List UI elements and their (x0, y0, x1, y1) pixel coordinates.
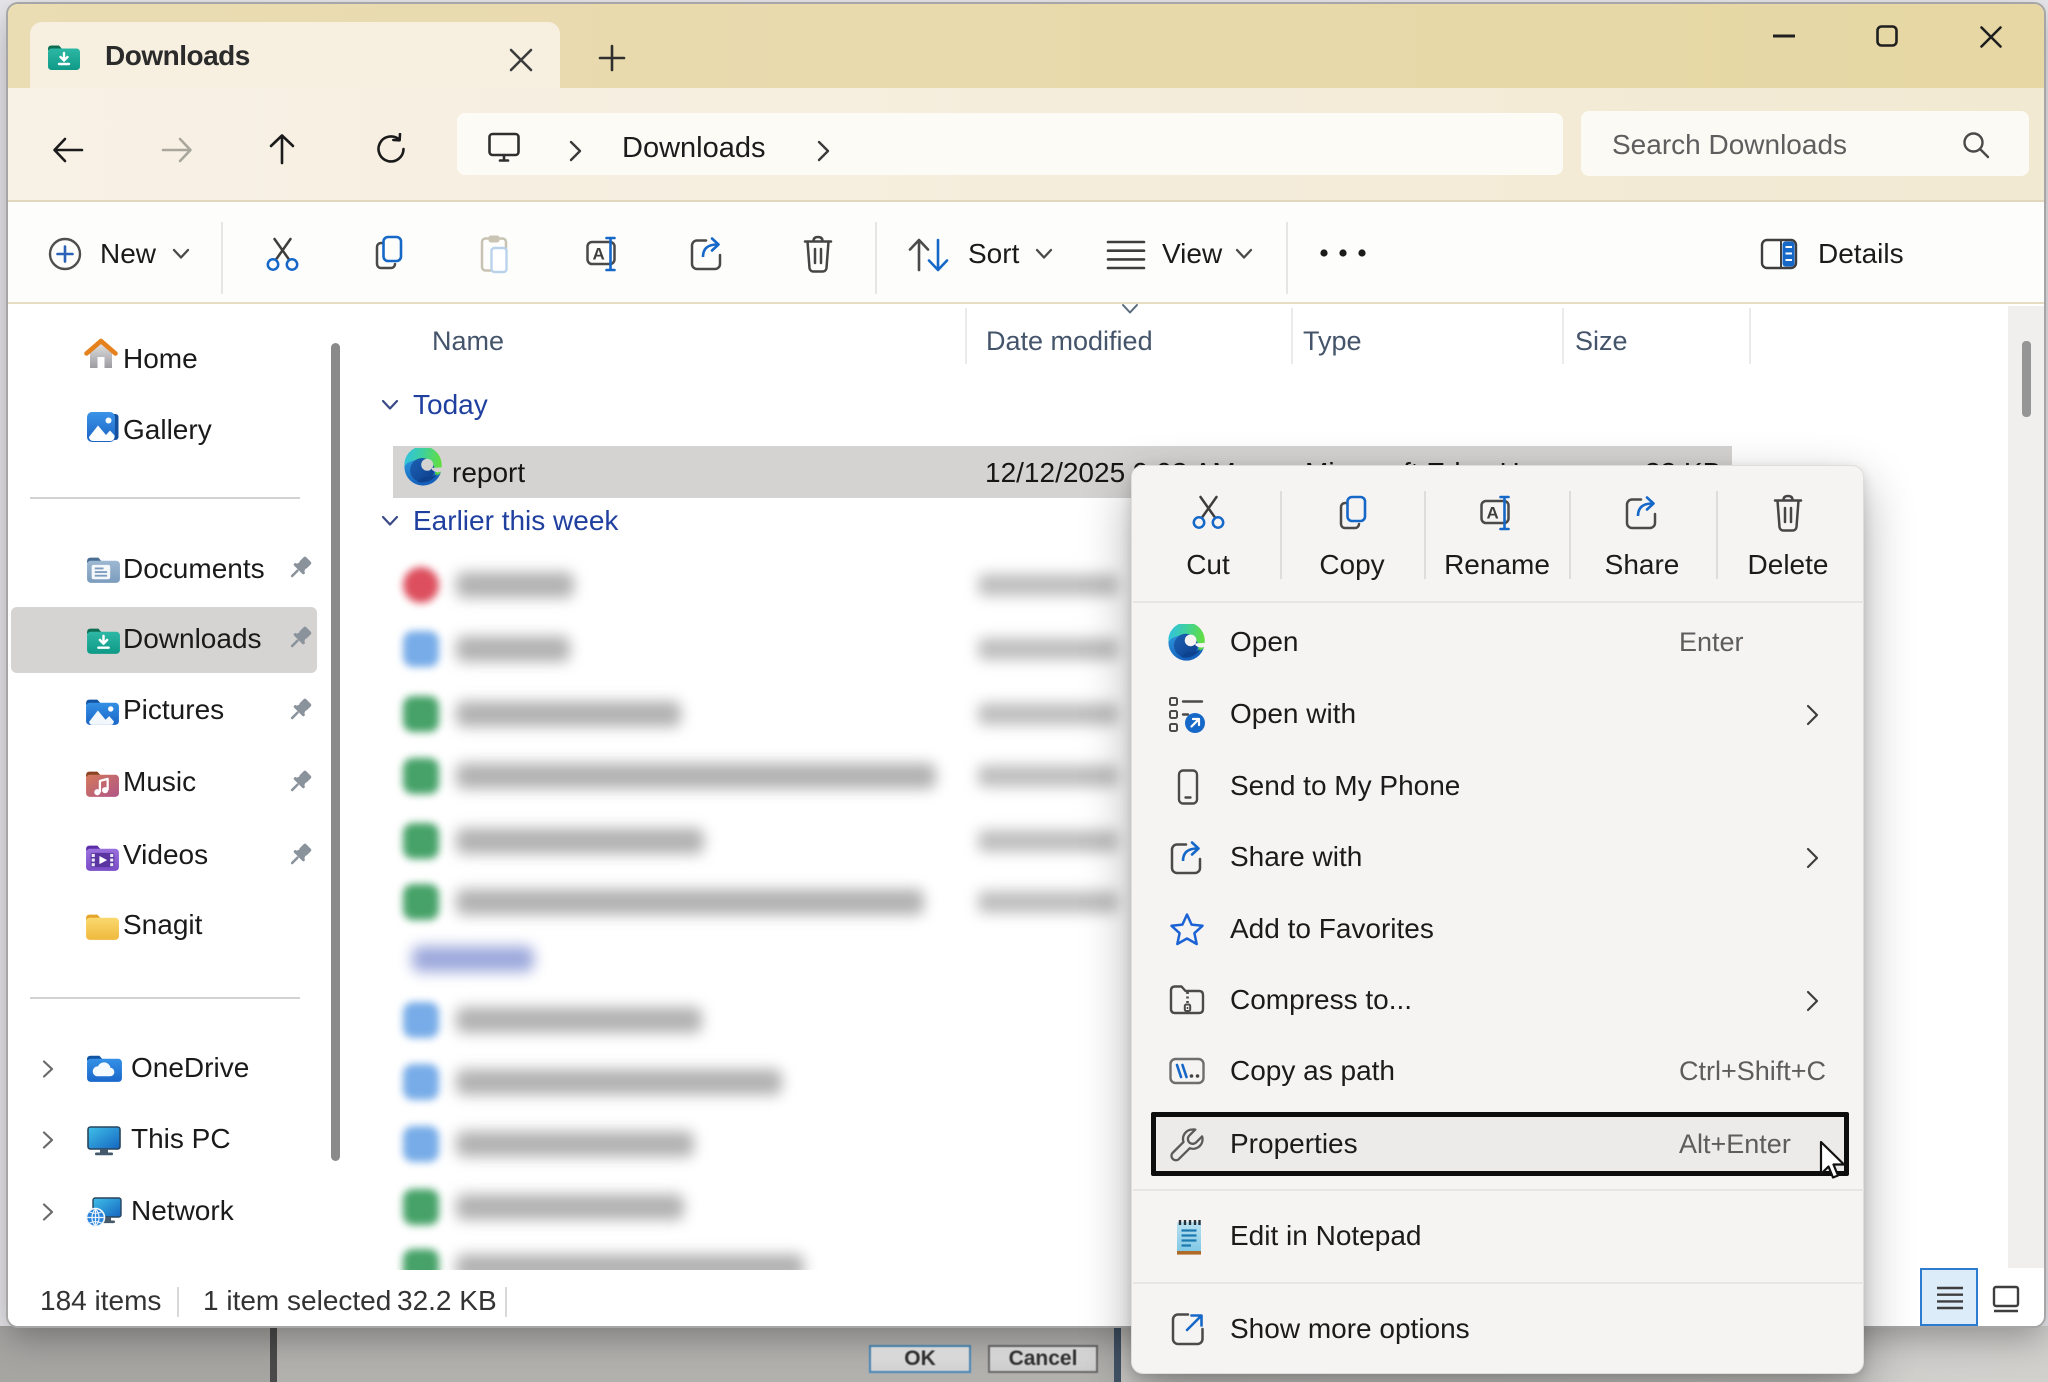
svg-text:A: A (1487, 504, 1499, 523)
svg-text:A: A (593, 245, 605, 264)
